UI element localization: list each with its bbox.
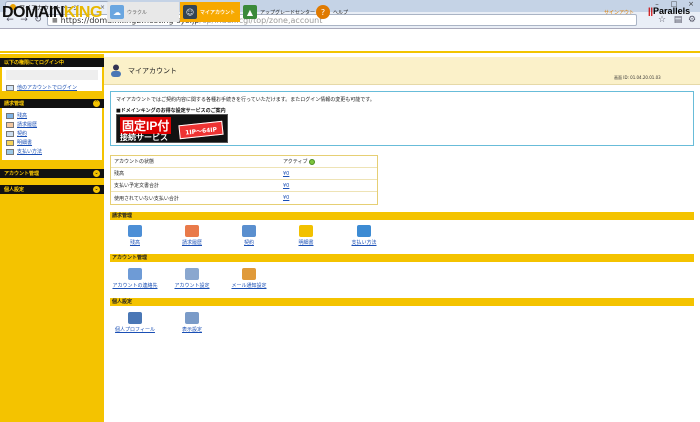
history-icon bbox=[6, 121, 14, 128]
sidebar-item-billing-history[interactable]: 請求履歴 bbox=[6, 120, 98, 129]
user-icon: ☺ bbox=[183, 5, 197, 19]
banner-badge: 1IP～64IP bbox=[178, 120, 224, 140]
due-total-link[interactable]: ¥0 bbox=[283, 183, 289, 189]
contact-icon bbox=[128, 268, 142, 280]
account-status-table: アカウントの状態 アクティブ 残高 ¥0 支払い予定文書合計 ¥0 使用されてい… bbox=[110, 155, 378, 205]
mail-icon bbox=[242, 268, 256, 280]
sidebar-item-payment-method[interactable]: 支払い方法 bbox=[6, 147, 98, 156]
contract-icon bbox=[242, 225, 256, 237]
sidebar: 以下の権限にてログイン中 他のアカウントでログイン 請求管理 ⌃ 残高 請求履歴 … bbox=[0, 54, 104, 422]
settings-icon bbox=[185, 268, 199, 280]
upgrade-chart-icon: ▲ bbox=[243, 5, 257, 19]
tool-payment-method[interactable]: 支払い方法 bbox=[339, 225, 389, 246]
page-title-bar bbox=[104, 57, 700, 85]
sidebar-item-statement[interactable]: 明細書 bbox=[6, 138, 98, 147]
collapse-icon[interactable]: ⌃ bbox=[93, 100, 100, 107]
tool-display-settings[interactable]: 表示設定 bbox=[167, 312, 217, 333]
service-info-link[interactable]: ■ドメインキングのお得な設定サービスのご案内 bbox=[116, 107, 226, 114]
profile-icon bbox=[128, 312, 142, 324]
domainking-logo[interactable]: DOMAINKING bbox=[2, 4, 102, 22]
status-row-unused: 使用されていない支払い合計 ¥0 bbox=[114, 195, 290, 202]
tool-statement[interactable]: 明細書 bbox=[281, 225, 331, 246]
expand-icon[interactable]: ⌄ bbox=[93, 170, 100, 177]
payment-icon bbox=[357, 225, 371, 237]
switch-account-link[interactable]: 他のアカウントでログイン bbox=[6, 83, 98, 92]
tool-mail-notification[interactable]: メール通知設定 bbox=[224, 268, 274, 289]
sidebar-login-header: 以下の権限にてログイン中 bbox=[0, 58, 104, 67]
page-title: マイアカウント bbox=[128, 67, 177, 75]
balance-icon bbox=[6, 112, 14, 119]
contract-icon bbox=[6, 130, 14, 137]
sidebar-personal-header[interactable]: 個人設定 ⌄ bbox=[0, 185, 104, 194]
sidebar-account-header[interactable]: アカウント管理 ⌄ bbox=[0, 169, 104, 178]
sidebar-item-balance[interactable]: 残高 bbox=[6, 111, 98, 120]
tool-personal-profile[interactable]: 個人プロフィール bbox=[110, 312, 160, 333]
tool-account-contact[interactable]: アカウントの連絡先 bbox=[110, 268, 160, 289]
site-header bbox=[0, 29, 700, 53]
nav-help[interactable]: ? ヘルプ bbox=[313, 2, 353, 22]
signout-link[interactable]: サインアウト bbox=[604, 9, 634, 16]
nav-upgrade-center[interactable]: ▲ アップグレードセンター bbox=[240, 2, 315, 22]
cloud-icon: ☁ bbox=[110, 5, 124, 19]
nav-my-account[interactable]: ☺ マイアカウント bbox=[180, 2, 240, 22]
account-section-header: アカウント管理 bbox=[110, 254, 694, 262]
status-row-state: アカウントの状態 アクティブ bbox=[111, 156, 377, 168]
help-icon: ? bbox=[316, 5, 330, 19]
history-icon bbox=[185, 225, 199, 237]
tool-balance[interactable]: 残高 bbox=[110, 225, 160, 246]
sidebar-billing-header[interactable]: 請求管理 ⌃ bbox=[0, 99, 104, 108]
banner-sub-text: 接続サービス bbox=[120, 133, 168, 142]
tool-billing-history[interactable]: 請求履歴 bbox=[167, 225, 217, 246]
sidebar-billing-box: 残高 請求履歴 契約 明細書 支払い方法 bbox=[2, 108, 102, 160]
tool-account-settings[interactable]: アカウント設定 bbox=[167, 268, 217, 289]
screen-id: 画面 ID: 01.04.20.01.03 bbox=[614, 75, 661, 80]
login-user-field bbox=[6, 70, 98, 80]
expand-icon[interactable]: ⌄ bbox=[93, 186, 100, 193]
active-status-icon bbox=[309, 158, 316, 165]
balance-link[interactable]: ¥0 bbox=[283, 171, 289, 177]
payment-icon bbox=[6, 148, 14, 155]
status-row-due: 支払い予定文書合計 ¥0 bbox=[111, 180, 377, 192]
sidebar-login-box: 他のアカウントでログイン bbox=[2, 67, 102, 91]
display-settings-icon bbox=[185, 312, 199, 324]
unused-payment-link[interactable]: ¥0 bbox=[283, 195, 289, 201]
fixed-ip-banner[interactable]: 固定IP付 接続サービス 1IP～64IP bbox=[116, 114, 228, 143]
user-switch-icon bbox=[6, 84, 14, 91]
billing-section-header: 請求管理 bbox=[110, 212, 694, 220]
statement-icon bbox=[299, 225, 313, 237]
sidebar-item-contract[interactable]: 契約 bbox=[6, 129, 98, 138]
intro-text: マイアカウントではご契約内容に関する各種お手続きを行っていただけます。またログイ… bbox=[116, 97, 375, 103]
personal-section-header: 個人設定 bbox=[110, 298, 694, 306]
tool-contract[interactable]: 契約 bbox=[224, 225, 274, 246]
nav-status[interactable]: ☁ ウラクル bbox=[107, 2, 179, 22]
statement-icon bbox=[6, 139, 14, 146]
my-account-user-icon bbox=[111, 64, 121, 77]
parallels-logo: ||Parallels bbox=[648, 6, 691, 16]
status-row-balance: 残高 ¥0 bbox=[111, 168, 377, 180]
balance-icon bbox=[128, 225, 142, 237]
